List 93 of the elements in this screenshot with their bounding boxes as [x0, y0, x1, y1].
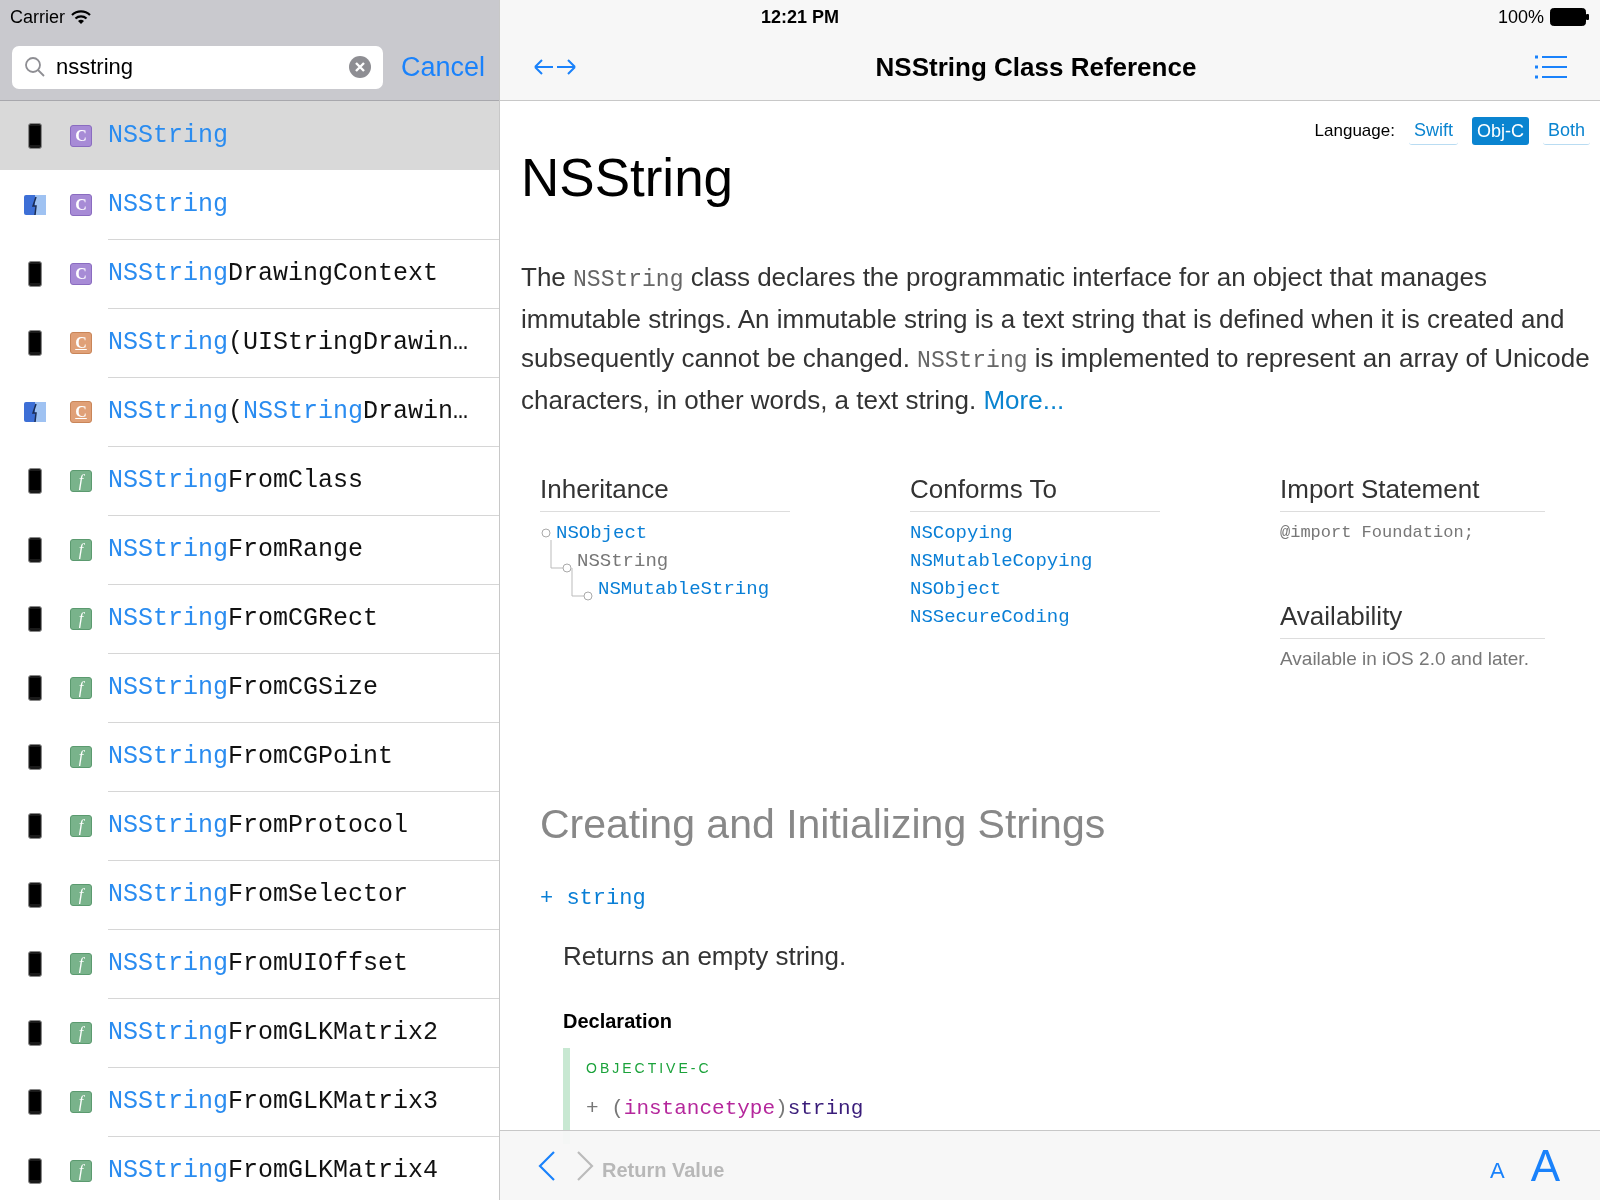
- section-heading: Conforms To: [910, 470, 1160, 512]
- phone-icon: [28, 329, 42, 356]
- function-badge: f: [70, 883, 92, 906]
- category-badge: C: [70, 400, 92, 423]
- phone-icon: [28, 674, 42, 701]
- page-title: NSString: [521, 148, 735, 208]
- class-link[interactable]: NSObject: [556, 518, 648, 548]
- function-badge: f: [70, 745, 92, 768]
- language-label: Language:: [1314, 120, 1395, 143]
- language-tab[interactable]: Obj-C: [1471, 117, 1529, 145]
- result-name: NSStringFromGLKMatrix2: [108, 1017, 439, 1050]
- phone-icon: [28, 1157, 42, 1184]
- phone-icon: [28, 536, 42, 563]
- class-badge: C: [70, 124, 92, 147]
- result-name: NSStringFromRange: [108, 534, 364, 567]
- code-line: + (instancetype)string: [586, 1095, 865, 1122]
- result-name: NSStringFromGLKMatrix3: [108, 1086, 439, 1119]
- class-link[interactable]: NSMutableString: [598, 574, 770, 604]
- class-badge: C: [70, 262, 92, 285]
- battery-label: 100%: [1497, 5, 1544, 29]
- result-name: NSString: [108, 188, 229, 221]
- phone-icon: [28, 743, 42, 770]
- category-badge: C: [70, 331, 92, 354]
- class-badge: C: [70, 193, 92, 216]
- result-name: NSStringDrawingContext: [108, 258, 439, 291]
- nav-title: NSString Class Reference: [875, 50, 1197, 84]
- result-name: NSStringFromGLKMatrix4: [108, 1155, 439, 1188]
- protocol-link[interactable]: NSCopying: [910, 519, 1013, 547]
- section-heading: Inheritance: [540, 470, 790, 512]
- result-name: NSStringFromCGPoint: [108, 741, 394, 774]
- search-field[interactable]: nsstring: [12, 45, 383, 89]
- swap-arrows-icon[interactable]: [533, 57, 577, 77]
- phone-icon: [28, 812, 42, 839]
- language-caption: OBJECTIVE-C: [586, 1058, 713, 1078]
- clock-label: 12:21 PM: [761, 5, 840, 29]
- result-name: NSStringFromCGRect: [108, 603, 379, 636]
- result-name: NSStringFromClass: [108, 465, 364, 498]
- function-badge: f: [70, 538, 92, 561]
- result-name: NSStringFromUIOffset: [108, 948, 409, 981]
- tree-node-icon: [540, 527, 552, 539]
- result-row[interactable]: C NSString: [0, 101, 499, 170]
- method-link[interactable]: + string: [540, 881, 646, 915]
- result-name: NSStringFromProtocol: [108, 810, 409, 843]
- increase-font-button[interactable]: A: [1530, 1141, 1560, 1190]
- language-tab[interactable]: Swift: [1408, 117, 1458, 145]
- function-badge: f: [70, 607, 92, 630]
- result-name: NSStringFromCGSize: [108, 672, 379, 705]
- result-name: NSString: [108, 119, 229, 152]
- import-code: @import Foundation;: [1280, 522, 1475, 544]
- function-badge: f: [70, 814, 92, 837]
- carrier-label: Carrier: [10, 5, 65, 29]
- language-tab[interactable]: Both: [1542, 117, 1590, 145]
- result-name: NSStringFromSelector: [108, 879, 409, 912]
- forward-chevron-icon[interactable]: [576, 1149, 594, 1182]
- function-badge: f: [70, 952, 92, 975]
- section-heading: Availability: [1280, 597, 1545, 639]
- cancel-button[interactable]: Cancel: [400, 46, 485, 88]
- wifi-icon: [71, 9, 91, 25]
- availability-text: Available in iOS 2.0 and later.: [1280, 647, 1530, 671]
- phone-icon: [28, 1088, 42, 1115]
- declaration-heading: Declaration: [563, 1008, 673, 1034]
- result-name: NSString(NSStringDrawin…: [108, 396, 469, 429]
- phone-icon: [28, 467, 42, 494]
- phone-icon: [28, 1019, 42, 1046]
- faded-heading: Return Value: [602, 1157, 725, 1183]
- function-badge: f: [70, 1159, 92, 1182]
- protocol-link[interactable]: NSSecureCoding: [910, 603, 1070, 631]
- overview-paragraph: The NSString class declares the programmatic interface for an object that manages immutable strings. An immutable string is a text string that is defined when it is created and subsequently cannot be changed. NSString is implemented to represent an array of Unicode characters, in other words, a text string. More...: [521, 261, 1591, 417]
- function-badge: f: [70, 469, 92, 492]
- function-badge: f: [70, 676, 92, 699]
- back-chevron-icon[interactable]: [538, 1149, 556, 1182]
- more-link[interactable]: More...: [983, 385, 1065, 415]
- desktop-app-icon: [23, 399, 47, 424]
- function-badge: f: [70, 1021, 92, 1044]
- section-heading: Import Statement: [1280, 470, 1545, 512]
- search-icon: [24, 55, 46, 78]
- method-summary: Returns an empty string.: [563, 939, 848, 973]
- phone-icon: [28, 122, 42, 149]
- battery-icon: [1550, 8, 1590, 26]
- result-name: NSString(UIStringDrawin…: [108, 327, 469, 360]
- list-icon[interactable]: [1535, 55, 1567, 79]
- phone-icon: [28, 605, 42, 632]
- clear-icon[interactable]: [348, 55, 371, 78]
- phone-icon: [28, 950, 42, 977]
- desktop-app-icon: [23, 192, 47, 217]
- decrease-font-button[interactable]: A: [1489, 1154, 1505, 1187]
- topic-heading: Creating and Initializing Strings: [539, 799, 1107, 848]
- protocol-link[interactable]: NSMutableCopying: [910, 547, 1093, 575]
- phone-icon: [28, 260, 42, 287]
- protocol-link[interactable]: NSObject: [910, 575, 1002, 603]
- phone-icon: [28, 881, 42, 908]
- class-name: NSString: [577, 548, 669, 574]
- function-badge: f: [70, 1090, 92, 1113]
